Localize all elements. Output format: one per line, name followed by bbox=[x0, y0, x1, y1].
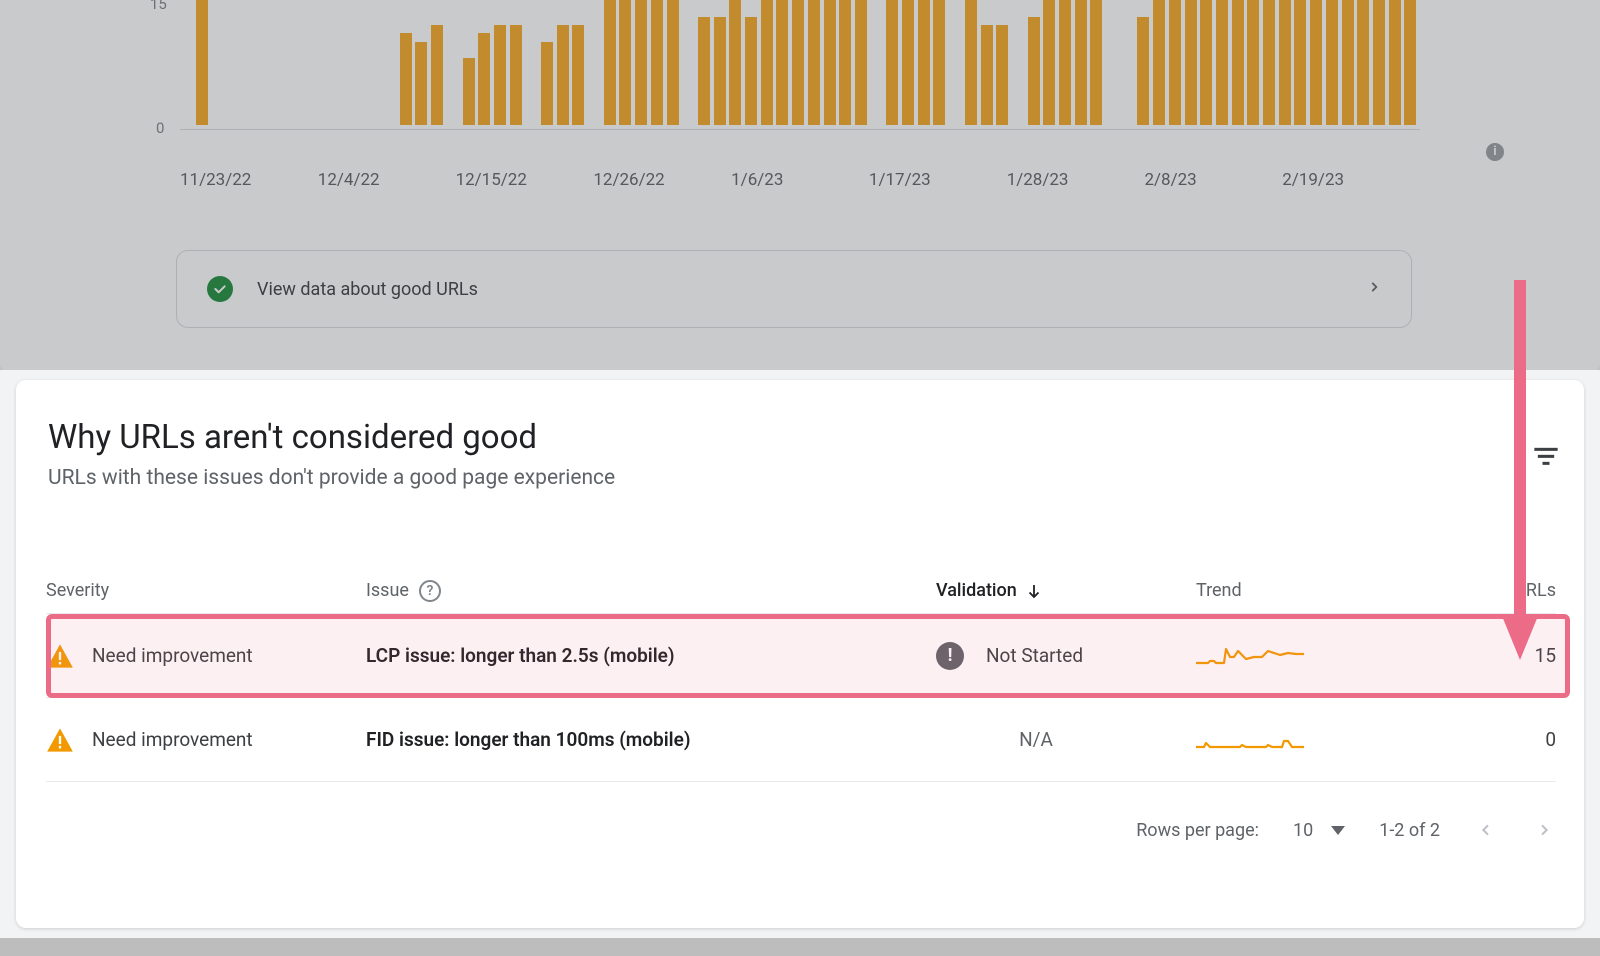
chevron-right-icon bbox=[1367, 276, 1381, 303]
urls-count: 15 bbox=[1416, 644, 1556, 667]
validation-status: ! Not Started bbox=[936, 642, 1196, 670]
col-validation[interactable]: Validation bbox=[936, 580, 1196, 601]
severity-label: Need improvement bbox=[92, 728, 253, 751]
table-header: Severity Issue ? Validation Trend URLs bbox=[46, 568, 1556, 614]
x-axis: 11/23/22 12/4/22 12/15/22 12/26/22 1/6/2… bbox=[180, 170, 1420, 194]
check-circle-icon bbox=[207, 276, 233, 302]
col-severity[interactable]: Severity bbox=[46, 580, 366, 601]
next-page-button[interactable] bbox=[1532, 818, 1556, 842]
bar-chart: 15 0 bbox=[140, 0, 1420, 130]
not-started-icon: ! bbox=[936, 642, 964, 670]
issues-panel: Why URLs aren't considered good URLs wit… bbox=[16, 380, 1584, 928]
rows-per-page-select[interactable]: 10 bbox=[1293, 820, 1345, 841]
urls-count: 0 bbox=[1416, 728, 1556, 751]
table-row[interactable]: Need improvement LCP issue: longer than … bbox=[46, 614, 1556, 698]
good-urls-label: View data about good URLs bbox=[257, 279, 478, 300]
sort-descending-icon bbox=[1025, 582, 1043, 600]
page-range: 1-2 of 2 bbox=[1379, 820, 1440, 841]
issue-label: LCP issue: longer than 2.5s (mobile) bbox=[366, 644, 936, 667]
trend-sparkline bbox=[1196, 637, 1316, 669]
table-row[interactable]: Need improvement FID issue: longer than … bbox=[46, 698, 1556, 782]
dimmed-background: 15 0 i 11/23/22 12/4/22 12/15/22 12/26/2… bbox=[0, 0, 1600, 370]
issue-label: FID issue: longer than 100ms (mobile) bbox=[366, 728, 936, 751]
prev-page-button[interactable] bbox=[1474, 818, 1498, 842]
rows-per-page-label: Rows per page: bbox=[1136, 820, 1259, 841]
warning-icon bbox=[46, 727, 74, 753]
col-trend[interactable]: Trend bbox=[1196, 580, 1416, 601]
panel-subtitle: URLs with these issues don't provide a g… bbox=[48, 466, 615, 490]
validation-status: N/A bbox=[936, 728, 1196, 751]
help-icon[interactable]: ? bbox=[419, 580, 441, 602]
chevron-down-icon bbox=[1331, 826, 1345, 835]
good-urls-card[interactable]: View data about good URLs bbox=[176, 250, 1412, 328]
info-icon: i bbox=[1486, 143, 1504, 161]
trend-sparkline bbox=[1196, 721, 1316, 753]
y-axis-tick: 0 bbox=[156, 119, 164, 137]
panel-title: Why URLs aren't considered good bbox=[48, 418, 537, 457]
col-issue[interactable]: Issue ? bbox=[366, 580, 936, 602]
filter-icon[interactable] bbox=[1532, 442, 1560, 470]
col-urls[interactable]: URLs bbox=[1416, 580, 1556, 601]
table-pagination: Rows per page: 10 1-2 of 2 bbox=[46, 798, 1556, 862]
severity-label: Need improvement bbox=[92, 644, 253, 667]
warning-icon bbox=[46, 643, 74, 669]
y-axis-tick: 15 bbox=[150, 0, 167, 13]
bottom-grey-strip bbox=[0, 938, 1600, 956]
